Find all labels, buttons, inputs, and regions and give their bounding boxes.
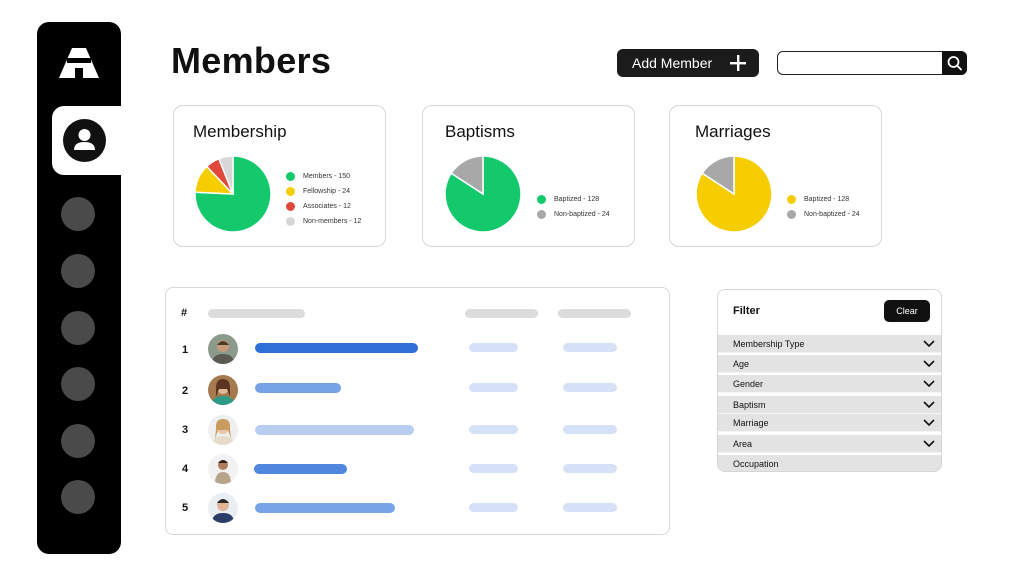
avatar	[208, 493, 238, 523]
filter-panel: Filter Clear Membership Type Age Gender …	[717, 289, 942, 472]
cell-placeholder	[563, 464, 617, 473]
membership-pie-chart	[194, 155, 272, 233]
row-number: 1	[182, 344, 189, 356]
membership-card: Membership Members - 150 Fellowship - 24…	[173, 105, 386, 247]
nav-item-6[interactable]	[61, 424, 95, 458]
row-number: 3	[182, 424, 189, 436]
cell-placeholder	[469, 383, 518, 392]
filter-marriage[interactable]: Marriage	[718, 414, 941, 432]
row-number: 5	[182, 502, 189, 514]
name-bar	[255, 503, 395, 513]
chevron-down-icon	[923, 380, 935, 388]
nav-item-3[interactable]	[61, 254, 95, 288]
avatar	[208, 454, 238, 484]
membership-legend: Members - 150 Fellowship - 24 Associates…	[286, 169, 361, 229]
card-title: Baptisms	[445, 122, 515, 141]
nav-item-2[interactable]	[61, 197, 95, 231]
cell-placeholder	[469, 343, 518, 352]
name-bar	[255, 425, 414, 435]
column-header-number: #	[181, 307, 188, 319]
cell-placeholder	[469, 425, 518, 434]
filter-age[interactable]: Age	[718, 355, 941, 373]
marriages-pie-chart	[695, 155, 773, 233]
cell-placeholder	[563, 383, 617, 392]
row-number: 4	[182, 463, 189, 475]
name-bar	[255, 343, 418, 353]
cell-placeholder	[469, 503, 518, 512]
cell-placeholder	[563, 425, 617, 434]
nav-item-4[interactable]	[61, 311, 95, 345]
search-input[interactable]	[782, 54, 940, 71]
chevron-down-icon	[923, 401, 935, 409]
members-table: # 1 2 3 4 5	[165, 287, 670, 535]
legend-item: Non-baptized - 24	[537, 207, 610, 222]
row-number: 2	[182, 385, 189, 397]
search-box	[777, 51, 967, 75]
legend-item: Members - 150	[286, 169, 361, 184]
column-header-name[interactable]	[208, 309, 305, 318]
avatar	[208, 375, 238, 405]
legend-item: Non-baptized - 24	[787, 207, 860, 222]
marriages-card: Marriages Baptized - 128 Non-baptized - …	[669, 105, 882, 247]
chevron-down-icon	[923, 360, 935, 368]
legend-item: Fellowship - 24	[286, 184, 361, 199]
nav-item-7[interactable]	[61, 480, 95, 514]
page-title: Members	[171, 40, 332, 81]
baptisms-card: Baptisms Baptized - 128 Non-baptized - 2…	[422, 105, 635, 247]
filter-area[interactable]: Area	[718, 435, 941, 453]
card-title: Marriages	[695, 122, 771, 141]
search-icon	[947, 56, 962, 71]
card-title: Membership	[193, 122, 287, 141]
add-member-button[interactable]: Add Member	[617, 49, 759, 77]
chevron-down-icon	[923, 340, 935, 348]
chevron-down-icon	[923, 440, 935, 448]
baptisms-legend: Baptized - 128 Non-baptized - 24	[537, 192, 610, 222]
clear-button[interactable]: Clear	[884, 300, 930, 322]
search-button[interactable]	[942, 51, 967, 75]
filter-gender[interactable]: Gender	[718, 375, 941, 393]
sidebar	[37, 22, 126, 554]
cell-placeholder	[469, 464, 518, 473]
column-header-3[interactable]	[465, 309, 538, 318]
marriages-legend: Baptized - 128 Non-baptized - 24	[787, 192, 860, 222]
user-icon	[63, 119, 106, 162]
cell-placeholder	[563, 503, 617, 512]
logo-icon[interactable]	[59, 46, 99, 78]
chevron-down-icon	[923, 419, 935, 427]
column-header-4[interactable]	[558, 309, 631, 318]
name-bar	[255, 383, 341, 393]
legend-item: Associates - 12	[286, 199, 361, 214]
filter-title: Filter	[733, 305, 760, 317]
add-member-label: Add Member	[632, 55, 713, 71]
legend-item: Non-members - 12	[286, 214, 361, 229]
legend-item: Baptized - 128	[787, 192, 860, 207]
nav-item-5[interactable]	[61, 367, 95, 401]
filter-membership-type[interactable]: Membership Type	[718, 335, 941, 353]
plus-icon	[730, 55, 746, 71]
name-bar	[254, 464, 347, 474]
avatar	[208, 334, 238, 364]
filter-baptism[interactable]: Baptism	[718, 396, 941, 414]
nav-item-members[interactable]	[52, 106, 126, 175]
baptisms-pie-chart	[444, 155, 522, 233]
legend-item: Baptized - 128	[537, 192, 610, 207]
avatar	[208, 415, 238, 445]
filter-occupation[interactable]: Occupation	[718, 455, 941, 471]
cell-placeholder	[563, 343, 617, 352]
